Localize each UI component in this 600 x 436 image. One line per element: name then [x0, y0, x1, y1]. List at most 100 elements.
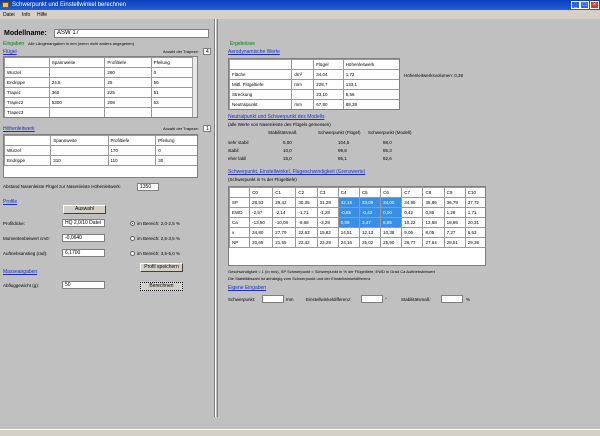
fluegel-link[interactable]: Flügel [3, 49, 17, 55]
np-cell: eher labil [228, 156, 247, 161]
fluegel-row: Trapez3 [4, 107, 194, 117]
sw-row: SP 28,53 29,42 30,35 31,28 32,18 33,09 34,00 34,… [229, 197, 485, 208]
fluegel-cell[interactable]: Endrippe [4, 77, 50, 88]
auftriebsanstieg-input[interactable]: 6,1700 [62, 249, 105, 257]
cm0-label: Momentenbeiwert cm0: [3, 236, 50, 241]
sw-cell: -2,14 [272, 207, 297, 218]
sw-cell: 32,18 [337, 197, 360, 208]
hlw-cell[interactable]: Wurzel [4, 145, 52, 156]
fluegel-cell[interactable]: Trapez [4, 87, 50, 98]
sw-col-header: C0 [249, 187, 274, 198]
hlw-cell[interactable]: 310 [50, 155, 109, 166]
range-radio-3[interactable] [130, 251, 135, 256]
sw-link[interactable]: Schwerpunkt, Einstellwinkel, Flugeschwin… [228, 169, 365, 175]
berechnen-button[interactable]: Berechnen [140, 282, 183, 291]
fluegel-cell[interactable]: 51 [150, 87, 194, 98]
fluegel-cell[interactable]: 260 [104, 67, 152, 78]
fluegel-cell[interactable]: 53 [150, 97, 194, 108]
abstand-input[interactable]: 1350 [137, 183, 159, 191]
np-table: Stabilitätsmaß Schwerpunkt (Flügel) Schwer… [228, 130, 488, 170]
fluegel-row: Endrippe 24.5 25 56 [4, 77, 194, 88]
masse-link[interactable]: Masseangaben [3, 269, 37, 275]
maximize-button[interactable]: □ [580, 1, 589, 9]
fluegel-cell[interactable]: Trapez2 [4, 97, 50, 108]
sw-cell: 27,64 [422, 237, 445, 248]
sw-cell: 10,38 [380, 227, 403, 238]
sw-cell: -1,28 [316, 207, 339, 218]
menu-bar: Datei Info Hilfe [0, 10, 600, 19]
fluegel-cell[interactable] [104, 107, 152, 117]
np-link[interactable]: Neutralpunkt und Schwerpunkt des Modells [228, 114, 324, 120]
fluegel-cell[interactable]: 0 [150, 67, 194, 78]
fluegel-cell[interactable] [48, 107, 106, 117]
input-panel: Modellname: ASW 17 Eingaben Alle Längena… [0, 19, 216, 417]
profildicke-input[interactable]: HQ 2,0/10 Datei [62, 219, 105, 227]
fluegel-cell[interactable]: 56 [150, 77, 194, 88]
eingaben-heading: Eingaben [3, 41, 25, 47]
minimize-button[interactable]: _ [571, 1, 580, 9]
menu-item-info[interactable]: Info [22, 12, 30, 18]
fluegel-cell[interactable]: 208 [104, 97, 152, 108]
abfluggewicht-input[interactable]: 50 [62, 281, 105, 289]
title-bar: Schwerpunkt und Einstellwinkel berechnen… [0, 0, 600, 10]
sw-cell: 30,35 [295, 197, 318, 208]
fluegel-cell[interactable] [48, 67, 106, 78]
sw-col-header: C2 [295, 187, 318, 198]
window-title: Schwerpunkt und Einstellwinkel berechnen [12, 2, 127, 8]
eigene-link[interactable]: Eigene Eingaben [228, 285, 266, 291]
fluegel-scrollbar[interactable] [192, 57, 197, 117]
np-cell: 15,0 [283, 156, 292, 161]
fluegel-cell[interactable]: Wurzel [4, 67, 50, 78]
sw-cell: 6,63 [464, 227, 485, 238]
fluegel-anzahl-input[interactable]: 4 [203, 48, 211, 55]
range-radio-1[interactable] [130, 221, 135, 226]
hlw-cell[interactable] [50, 145, 109, 156]
menu-item-hilfe[interactable]: Hilfe [37, 12, 47, 18]
range-radio-2[interactable] [130, 236, 135, 241]
cm0-input[interactable]: -0,0640 [62, 234, 105, 242]
hlw-link[interactable]: Höhenleitwerk [3, 126, 35, 132]
sw-cell: -6,68 [295, 217, 318, 228]
app-icon [2, 2, 9, 8]
hlw-anzahl-input[interactable]: 1 [203, 125, 211, 132]
sw-col-header: C7 [401, 187, 424, 198]
fluegel-cell[interactable]: 25 [104, 77, 152, 88]
aero-cell: 34,04 [313, 69, 344, 80]
hlw-cell[interactable]: Endrippe [4, 155, 52, 166]
abfluggewicht-label: Abfluggewicht (g): [3, 283, 40, 288]
hlw-cell[interactable]: 30 [155, 155, 197, 166]
hlw-col-header: Spannweite [50, 135, 109, 146]
hlw-cell[interactable]: 170 [107, 145, 157, 156]
modelname-input[interactable]: ASW 17 [54, 29, 209, 38]
fluegel-cell[interactable]: 225 [104, 87, 152, 98]
eigene-sp-input[interactable] [262, 295, 284, 303]
aero-cell: 89,39 [342, 99, 399, 109]
np-subtitle: (alle Werte von Nasenleiste des Flügels … [228, 122, 331, 127]
sw-cell: 12,13 [358, 227, 382, 238]
np-cell: 95,1 [338, 156, 347, 161]
menu-item-datei[interactable]: Datei [3, 12, 15, 18]
fluegel-cell[interactable]: Trapez3 [4, 107, 50, 117]
hlw-cell[interactable]: 110 [107, 155, 157, 166]
sw-cell: 6,85 [380, 217, 403, 228]
fluegel-cell[interactable]: 24.5 [48, 77, 106, 88]
aero-link[interactable]: Aerodynamische Werte [228, 49, 280, 55]
fluegel-row: Wurzel 260 0 [4, 67, 194, 78]
profile-save-button[interactable]: Profil speichern [140, 263, 183, 272]
eigene-ewd-input[interactable] [361, 295, 383, 303]
abstand-label: Abstand Nasenleiste Flügel zur Nasenleis… [3, 184, 122, 189]
fluegel-cell[interactable]: 5300 [48, 97, 106, 108]
fluegel-cell[interactable]: 360 [48, 87, 106, 98]
fluegel-header-row: Spannweite Profiltiefe Pfeilung [4, 57, 194, 68]
hlw-cell[interactable]: 0 [155, 145, 197, 156]
sw-cell: 0,00 [380, 207, 403, 218]
sw-cell: 34,00 [380, 197, 403, 208]
fluegel-cell[interactable] [150, 107, 194, 117]
profile-link[interactable]: Profile [3, 199, 17, 205]
eigene-stab-input[interactable] [441, 295, 463, 303]
close-button[interactable]: × [590, 1, 599, 9]
aero-col-header: Höhenleitwerk [342, 59, 399, 70]
sw-row: EWD -2,57 -2,14 -1,71 -1,28 -0,85 -0,42 0,00 0,4… [229, 207, 485, 218]
profile-select-button[interactable]: Auswahl [63, 205, 106, 214]
sw-cell: 26,77 [401, 237, 424, 248]
